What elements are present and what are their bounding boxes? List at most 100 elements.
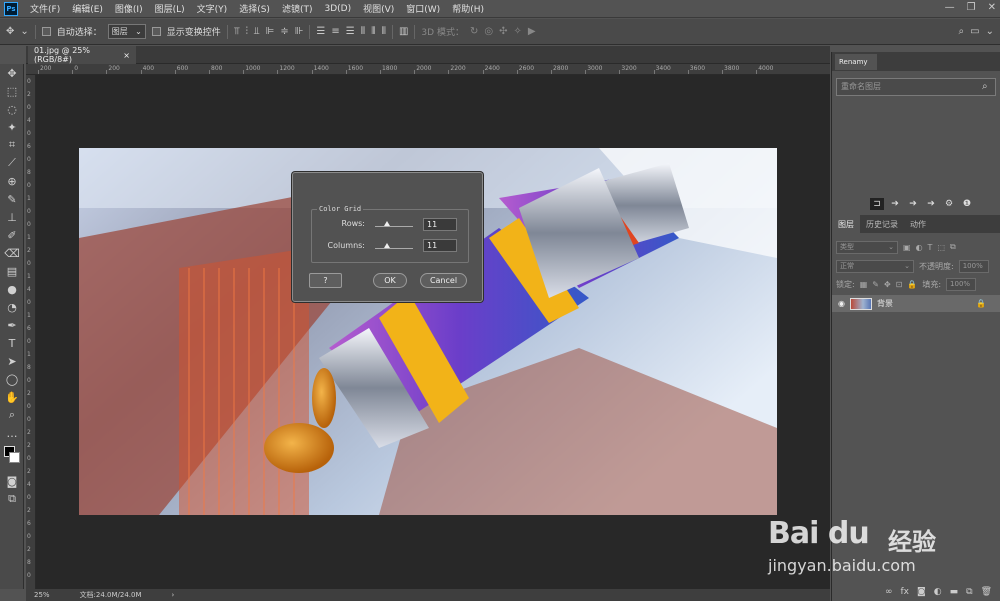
menu-filter[interactable]: 滤镜(T) xyxy=(276,2,319,15)
align-top-icon[interactable]: ⫪ xyxy=(234,26,240,37)
rows-input[interactable]: 11 xyxy=(423,218,457,231)
lock-all-icon[interactable]: 🔒 xyxy=(907,280,917,289)
tab-actions[interactable]: 动作 xyxy=(904,215,932,233)
gradient-tool-icon[interactable]: ▤ xyxy=(0,262,24,280)
lock-paint-icon[interactable]: ✎ xyxy=(872,280,879,289)
filter-pixel-icon[interactable]: ▣ xyxy=(903,243,911,252)
screen-mode-icon[interactable]: ⧉ xyxy=(0,490,24,508)
fx-icon[interactable]: fx xyxy=(901,587,910,597)
menu-window[interactable]: 窗口(W) xyxy=(400,2,446,15)
cancel-button[interactable]: Cancel xyxy=(420,273,467,288)
trash-icon[interactable]: 🗑 xyxy=(981,587,992,597)
close-tab-icon[interactable]: × xyxy=(123,51,130,60)
columns-slider-thumb[interactable] xyxy=(384,243,390,248)
align-vcenter-icon[interactable]: ⫶ xyxy=(245,26,248,37)
opacity-input[interactable]: 100% xyxy=(958,259,989,273)
align-bottom-icon[interactable]: ⫫ xyxy=(254,26,260,37)
arrow-right-icon[interactable]: ➔ xyxy=(906,198,920,210)
quick-mask-icon[interactable]: ◙ xyxy=(0,472,24,490)
minimize-icon[interactable]: — xyxy=(945,2,955,13)
renamy-panel-icon[interactable]: ⊐ xyxy=(870,198,884,210)
auto-select-dropdown[interactable]: 图层 ⌄ xyxy=(107,24,146,39)
eye-icon[interactable]: ◉ xyxy=(838,299,845,308)
distribute-left-icon[interactable]: ⦀ xyxy=(361,26,365,37)
path-selection-tool-icon[interactable]: ➤ xyxy=(0,352,24,370)
3d-scale-icon[interactable]: ▶ xyxy=(528,26,536,37)
background-color-swatch[interactable] xyxy=(9,452,20,463)
chevron-down-icon[interactable]: ⌄ xyxy=(986,26,994,37)
adjustment-icon[interactable]: ◐ xyxy=(934,587,942,597)
shape-tool-icon[interactable]: ◯ xyxy=(0,370,24,388)
distribute-bottom-icon[interactable]: ☰ xyxy=(346,26,355,37)
show-transform-checkbox[interactable] xyxy=(151,27,161,36)
color-swatches[interactable] xyxy=(0,442,24,472)
pen-tool-icon[interactable]: ✒ xyxy=(0,316,24,334)
close-window-icon[interactable]: ✕ xyxy=(988,2,996,13)
filter-shape-icon[interactable]: ⬚ xyxy=(937,243,945,252)
lock-artboard-icon[interactable]: ⊡ xyxy=(896,280,903,289)
lock-pixels-icon[interactable]: ▦ xyxy=(860,280,868,289)
renamy-search-input[interactable]: 重命名图层 xyxy=(836,78,996,96)
align-right-icon[interactable]: ⊪ xyxy=(295,26,304,37)
restore-icon[interactable]: ❐ xyxy=(967,2,976,13)
menu-select[interactable]: 选择(S) xyxy=(233,2,276,15)
menu-type[interactable]: 文字(Y) xyxy=(191,2,234,15)
blend-mode-dropdown[interactable]: 正常 ⌄ xyxy=(836,259,914,273)
move-tool-icon[interactable]: ✥ xyxy=(6,26,14,37)
menu-view[interactable]: 视图(V) xyxy=(357,2,400,15)
brush-tool-icon[interactable]: ✎ xyxy=(0,190,24,208)
tab-layers[interactable]: 图层 xyxy=(832,215,860,233)
hand-tool-icon[interactable]: ✋ xyxy=(0,388,24,406)
zoom-level[interactable]: 25% xyxy=(34,591,50,599)
type-tool-icon[interactable]: T xyxy=(0,334,24,352)
document-tab[interactable]: 01.jpg @ 25%(RGB/8#) × xyxy=(28,46,136,64)
3d-orbit-icon[interactable]: ↻ xyxy=(470,26,478,37)
marquee-tool-icon[interactable]: ⬚ xyxy=(0,82,24,100)
blur-tool-icon[interactable]: ● xyxy=(0,280,24,298)
filter-smart-icon[interactable]: ⧉ xyxy=(950,242,956,252)
crop-tool-icon[interactable]: ⌗ xyxy=(0,136,24,154)
eyedropper-tool-icon[interactable]: ⟋ xyxy=(0,154,24,172)
columns-slider[interactable] xyxy=(375,248,413,249)
lock-position-icon[interactable]: ✥ xyxy=(884,280,891,289)
distribute-vcenter-icon[interactable]: ≡ xyxy=(331,26,339,37)
auto-align-icon[interactable]: ▥ xyxy=(399,26,408,37)
rows-slider-thumb[interactable] xyxy=(384,221,390,226)
distribute-hcenter-icon[interactable]: ⦀ xyxy=(371,26,375,37)
fill-input[interactable]: 100% xyxy=(946,277,977,291)
layer-row[interactable]: ◉ 背景 🔒 xyxy=(832,295,1000,312)
3d-pan-icon[interactable]: ✣ xyxy=(499,26,507,37)
3d-roll-icon[interactable]: ◎ xyxy=(484,26,493,37)
mask-icon[interactable]: ◙ xyxy=(917,587,926,597)
more-tools-icon[interactable]: … xyxy=(0,424,24,442)
link-icon[interactable]: ∞ xyxy=(885,587,893,597)
search-icon[interactable]: ⌕ xyxy=(959,26,965,37)
zoom-tool-icon[interactable]: ⌕ xyxy=(0,406,24,424)
stamp-tool-icon[interactable]: ⊥ xyxy=(0,208,24,226)
layer-kind-dropdown[interactable]: 类型 ⌄ xyxy=(836,240,898,254)
filter-adjust-icon[interactable]: ◐ xyxy=(916,243,923,252)
workspace-icon[interactable]: ▭ xyxy=(970,26,979,37)
lasso-tool-icon[interactable]: ◌ xyxy=(0,100,24,118)
menu-edit[interactable]: 编辑(E) xyxy=(66,2,109,15)
columns-input[interactable]: 11 xyxy=(423,239,457,252)
menu-image[interactable]: 图像(I) xyxy=(109,2,149,15)
magic-wand-tool-icon[interactable]: ✦ xyxy=(0,118,24,136)
move-tool-icon[interactable]: ✥ xyxy=(0,64,24,82)
chevron-right-icon[interactable]: › xyxy=(172,591,175,599)
ok-button[interactable]: OK xyxy=(373,273,407,288)
folder-icon[interactable]: ▬ xyxy=(950,587,959,597)
arrow-right-icon[interactable]: ➔ xyxy=(888,198,902,210)
eraser-tool-icon[interactable]: ⌫ xyxy=(0,244,24,262)
align-left-icon[interactable]: ⊫ xyxy=(266,26,275,37)
auto-select-checkbox[interactable] xyxy=(41,27,51,36)
info-icon[interactable]: ❶ xyxy=(960,198,974,210)
layer-name[interactable]: 背景 xyxy=(877,298,893,309)
align-hcenter-icon[interactable]: ≑ xyxy=(280,26,288,37)
distribute-top-icon[interactable]: ☰ xyxy=(316,26,325,37)
filter-type-icon[interactable]: T xyxy=(928,243,933,252)
search-icon[interactable]: ⌕ xyxy=(982,81,988,92)
rows-slider[interactable] xyxy=(375,226,413,227)
healing-tool-icon[interactable]: ⊕ xyxy=(0,172,24,190)
dodge-tool-icon[interactable]: ◔ xyxy=(0,298,24,316)
